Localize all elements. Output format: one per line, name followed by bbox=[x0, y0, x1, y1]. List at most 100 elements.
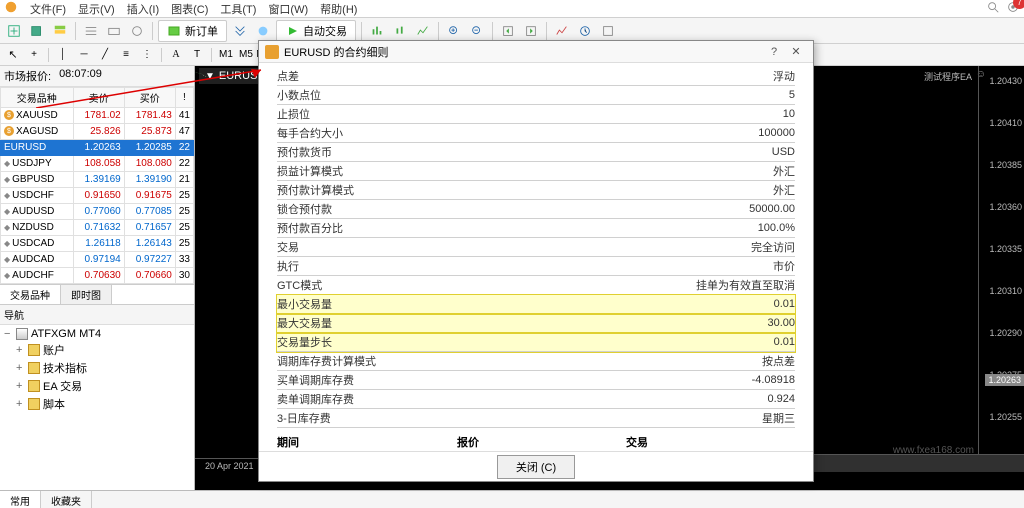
bottom-tab-fav[interactable]: 收藏夹 bbox=[41, 491, 92, 508]
metaquotes-icon[interactable] bbox=[230, 21, 250, 41]
price-tick: 1.20410 bbox=[989, 118, 1022, 128]
spec-row: 损益计算模式外汇 bbox=[277, 162, 795, 181]
mw-row-audchf[interactable]: ◆AUDCHF0.706300.7066030 bbox=[1, 268, 194, 284]
candle-chart-icon[interactable] bbox=[390, 21, 410, 41]
zoom-in-icon[interactable] bbox=[444, 21, 464, 41]
interval-m5[interactable]: M5 bbox=[237, 46, 255, 64]
dialog-title: EURUSD 的合约细则 bbox=[284, 44, 763, 60]
nav-node-3[interactable]: +EA 交易 bbox=[2, 377, 192, 395]
templates-icon[interactable] bbox=[598, 21, 618, 41]
line-chart-icon[interactable] bbox=[413, 21, 433, 41]
notification-badge: 7 bbox=[1013, 0, 1024, 9]
spec-row: 预付款百分比100.0% bbox=[277, 219, 795, 238]
menu-help[interactable]: 帮助(H) bbox=[320, 1, 357, 17]
nav-node-2[interactable]: +技术指标 bbox=[2, 359, 192, 377]
candlestick-chart bbox=[195, 66, 209, 80]
indicators-icon[interactable] bbox=[552, 21, 572, 41]
price-scale: 1.204301.204101.203851.203601.203351.203… bbox=[978, 66, 1024, 454]
spec-row: 预付款货币USD bbox=[277, 143, 795, 162]
spec-row: 卖单调期库存费0.924 bbox=[277, 390, 795, 409]
price-tick: 1.20335 bbox=[989, 244, 1022, 254]
market-watch-header: 市场报价: 08:07:09 bbox=[0, 66, 194, 87]
chart-list-icon[interactable] bbox=[253, 21, 273, 41]
ea-label: 测试程序EA bbox=[924, 70, 972, 83]
market-watch-icon[interactable] bbox=[50, 21, 70, 41]
menu-tools[interactable]: 工具(T) bbox=[220, 1, 256, 17]
help-button[interactable]: ? bbox=[763, 43, 785, 61]
col-spread[interactable]: ! bbox=[175, 88, 193, 108]
left-panel: 市场报价: 08:07:09 交易品种 卖价 买价 ! $XAUUSD1781.… bbox=[0, 66, 195, 490]
crosshair-icon[interactable]: + bbox=[25, 46, 43, 64]
strategy-tester-icon[interactable] bbox=[127, 21, 147, 41]
chart-shift-icon[interactable] bbox=[521, 21, 541, 41]
auto-trade-button[interactable]: 自动交易 bbox=[276, 20, 356, 42]
col-symbol[interactable]: 交易品种 bbox=[1, 88, 74, 108]
channel-icon[interactable]: ≡ bbox=[117, 46, 135, 64]
mw-row-audusd[interactable]: ◆AUDUSD0.770600.7708525 bbox=[1, 204, 194, 220]
navigator-title: 导航 bbox=[0, 305, 194, 325]
terminal-icon[interactable] bbox=[104, 21, 124, 41]
cursor-icon[interactable]: ↖ bbox=[4, 46, 22, 64]
nav-node-1[interactable]: +账户 bbox=[2, 341, 192, 359]
spec-row: 交易完全访问 bbox=[277, 238, 795, 257]
menu-view[interactable]: 显示(V) bbox=[78, 1, 115, 17]
text-icon[interactable]: A bbox=[167, 46, 185, 64]
mw-row-nzdusd[interactable]: ◆NZDUSD0.716320.7165725 bbox=[1, 220, 194, 236]
menu-window[interactable]: 窗口(W) bbox=[268, 1, 308, 17]
close-button[interactable]: 关闭 (C) bbox=[497, 455, 575, 479]
mw-row-gbpusd[interactable]: ◆GBPUSD1.391691.3919021 bbox=[1, 172, 194, 188]
zoom-out-icon[interactable] bbox=[467, 21, 487, 41]
mw-row-eurusd[interactable]: EURUSD1.202631.2028522 bbox=[1, 140, 194, 156]
bottom-tab-common[interactable]: 常用 bbox=[0, 491, 41, 508]
spec-row: 3-日库存费星期三 bbox=[277, 409, 795, 428]
trendline-icon[interactable]: ╱ bbox=[96, 46, 114, 64]
market-watch-time: 08:07:09 bbox=[59, 68, 102, 84]
profile-icon[interactable] bbox=[27, 21, 47, 41]
notification-icon[interactable]: 7 bbox=[1006, 0, 1020, 17]
spec-row: 点差浮动 bbox=[277, 67, 795, 86]
spec-row: 止损位10 bbox=[277, 105, 795, 124]
spec-row: 执行市价 bbox=[277, 257, 795, 276]
session-header: 期间报价交易 bbox=[277, 432, 795, 451]
mw-row-xauusd[interactable]: $XAUUSD1781.021781.4341 bbox=[1, 108, 194, 124]
spec-row: 最大交易量30.00 bbox=[277, 314, 795, 333]
spec-row: 锁仓预付款50000.00 bbox=[277, 200, 795, 219]
bar-chart-icon[interactable] bbox=[367, 21, 387, 41]
spec-row: 最小交易量0.01 bbox=[277, 295, 795, 314]
mw-row-xagusd[interactable]: $XAGUSD25.82625.87347 bbox=[1, 124, 194, 140]
close-icon[interactable]: ✕ bbox=[785, 43, 807, 61]
vertical-line-icon[interactable]: │ bbox=[54, 46, 72, 64]
nav-node-0[interactable]: −ATFXGM MT4 bbox=[2, 327, 192, 341]
mw-row-usdcad[interactable]: ◆USDCAD1.261181.2614325 bbox=[1, 236, 194, 252]
mw-row-usdjpy[interactable]: ◆USDJPY108.058108.08022 bbox=[1, 156, 194, 172]
interval-m1[interactable]: M1 bbox=[217, 46, 235, 64]
mw-row-audcad[interactable]: ◆AUDCAD0.971940.9722733 bbox=[1, 252, 194, 268]
spec-row: GTC模式挂单为有效直至取消 bbox=[277, 276, 795, 295]
mw-row-usdchf[interactable]: ◆USDCHF0.916500.9167525 bbox=[1, 188, 194, 204]
price-tick: 1.20360 bbox=[989, 202, 1022, 212]
spec-row: 调期库存费计算模式按点差 bbox=[277, 352, 795, 371]
menubar: 文件(F) 显示(V) 插入(I) 图表(C) 工具(T) 窗口(W) 帮助(H… bbox=[0, 0, 1024, 18]
mw-tab-symbols[interactable]: 交易品种 bbox=[0, 285, 61, 304]
mw-tab-tick[interactable]: 即时图 bbox=[61, 285, 112, 304]
periods-icon[interactable] bbox=[575, 21, 595, 41]
col-bid[interactable]: 卖价 bbox=[73, 88, 124, 108]
navigator-icon[interactable] bbox=[81, 21, 101, 41]
menu-charts[interactable]: 图表(C) bbox=[171, 1, 208, 17]
new-order-button[interactable]: 新订单 bbox=[158, 20, 227, 42]
text-label-icon[interactable]: T bbox=[188, 46, 206, 64]
col-ask[interactable]: 买价 bbox=[124, 88, 175, 108]
navigator-tree: −ATFXGM MT4+账户+技术指标+EA 交易+脚本 bbox=[0, 325, 194, 415]
spec-row: 小数点位5 bbox=[277, 86, 795, 105]
search-icon[interactable] bbox=[986, 0, 1000, 17]
new-chart-icon[interactable] bbox=[4, 21, 24, 41]
horizontal-line-icon[interactable]: ─ bbox=[75, 46, 93, 64]
auto-scroll-icon[interactable] bbox=[498, 21, 518, 41]
nav-node-4[interactable]: +脚本 bbox=[2, 395, 192, 413]
menu-file[interactable]: 文件(F) bbox=[30, 1, 66, 17]
spec-row: 交易量步长0.01 bbox=[277, 333, 795, 352]
menu-insert[interactable]: 插入(I) bbox=[127, 1, 159, 17]
price-tick: 1.20310 bbox=[989, 286, 1022, 296]
price-tick: 1.20385 bbox=[989, 160, 1022, 170]
fibonacci-icon[interactable]: ⋮ bbox=[138, 46, 156, 64]
